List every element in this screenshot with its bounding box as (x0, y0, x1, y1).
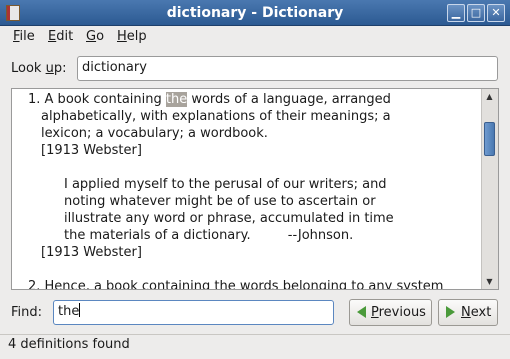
find-label: Find: (11, 305, 43, 320)
arrow-right-icon (446, 306, 455, 318)
lookup-label: Look up: (11, 61, 66, 76)
quote-line: the materials of a dictionary. --Johnson… (64, 228, 354, 243)
maximize-button[interactable]: □ (467, 4, 485, 22)
vertical-scrollbar[interactable]: ▲ ▼ (481, 89, 498, 289)
menu-go-mnemonic: G (86, 29, 97, 44)
scrollbar-thumb[interactable] (484, 122, 495, 156)
previous-button[interactable]: Previous (349, 299, 432, 326)
quote-line: noting whatever might be of use to ascer… (64, 194, 376, 209)
close-button[interactable]: ✕ (487, 4, 505, 22)
next-mnemonic: N (461, 305, 471, 320)
menu-edit[interactable]: Edit (48, 29, 73, 44)
menu-go-label: o (96, 29, 105, 44)
menu-edit-mnemonic: E (48, 29, 57, 44)
definition-text-span: 1. A book containing (28, 92, 166, 107)
lookup-label-mnemonic: u (45, 61, 54, 76)
menu-file-label: ile (19, 29, 35, 44)
menu-file[interactable]: File (13, 29, 35, 44)
definition-line: lexicon; a vocabulary; a wordbook. (41, 126, 268, 141)
menu-go[interactable]: Go (86, 29, 104, 44)
title-bar: dictionary - Dictionary ▁ □ ✕ (0, 0, 510, 26)
previous-label-rest: revious (378, 305, 426, 320)
window-title: dictionary - Dictionary (166, 5, 344, 21)
definition-line: [1913 Webster] (41, 245, 142, 260)
definition-text-span: words of a language, arranged (187, 92, 391, 107)
previous-button-label: Previous (371, 300, 426, 325)
quote-line: illustrate any word or phrase, accumulat… (64, 211, 394, 226)
previous-mnemonic: P (371, 305, 379, 320)
next-button[interactable]: Next (438, 299, 498, 326)
menu-help[interactable]: Help (117, 29, 147, 44)
lookup-label-part: Look (11, 61, 46, 76)
next-label-rest: ext (470, 305, 492, 320)
scroll-down-arrow-icon[interactable]: ▼ (483, 275, 496, 288)
find-input-value: the (58, 304, 80, 319)
next-button-label: Next (461, 300, 491, 325)
definition-line: 1. A book containing the words of a lang… (28, 91, 391, 108)
minimize-button[interactable]: ▁ (447, 4, 465, 22)
menu-bar: File Edit Go Help (0, 26, 510, 48)
arrow-left-icon (357, 306, 366, 318)
status-bar: 4 definitions found (0, 334, 510, 359)
scroll-up-arrow-icon[interactable]: ▲ (483, 90, 496, 103)
status-text: 4 definitions found (8, 337, 130, 352)
menu-edit-label: dit (56, 29, 74, 44)
definition-line: 2. Hence, a book containing the words be… (28, 279, 444, 290)
menu-help-mnemonic: H (117, 29, 127, 44)
text-caret (79, 303, 81, 317)
quote-line: I applied myself to the perusal of our w… (64, 177, 387, 192)
lookup-label-part: p: (53, 61, 67, 76)
definition-view[interactable]: 1. A book containing the words of a lang… (11, 88, 499, 290)
lookup-input[interactable]: dictionary (77, 56, 498, 81)
find-input[interactable]: the (53, 300, 334, 325)
search-highlight: the (165, 92, 188, 107)
menu-help-label: elp (126, 29, 147, 44)
definition-line: alphabetically, with explanations of the… (41, 109, 391, 124)
definition-line: [1913 Webster] (41, 143, 142, 158)
